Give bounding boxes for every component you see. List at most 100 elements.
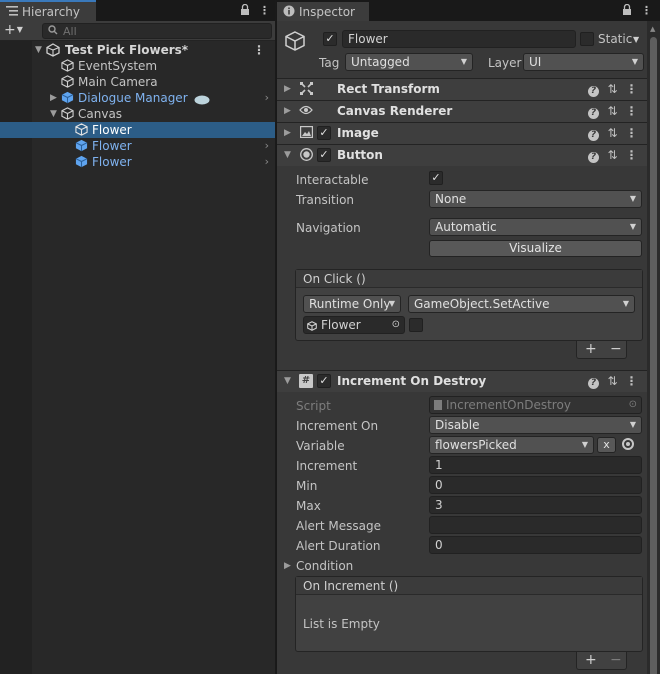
fold-arrow-icon[interactable]: ▶	[284, 128, 291, 138]
chevron-down-icon: ▼	[629, 222, 636, 231]
tag-dropdown[interactable]: Untagged ▼	[345, 53, 473, 71]
visualize-button[interactable]: Visualize	[429, 240, 642, 257]
component-enabled-checkbox[interactable]: ✓	[317, 148, 331, 162]
alert-duration-field[interactable]: 0	[429, 536, 642, 554]
help-icon[interactable]: ?	[584, 374, 603, 389]
presets-icon[interactable]: ⇅	[603, 82, 622, 96]
active-checkbox[interactable]: ✓	[323, 32, 337, 46]
tab-hierarchy[interactable]: Hierarchy	[0, 0, 96, 21]
transition-label: Transition	[296, 193, 355, 207]
component-canvas-renderer[interactable]: ▶ Canvas Renderer ? ⇅ ⋮	[277, 100, 647, 122]
clear-variable-button[interactable]: x	[597, 437, 616, 453]
search-input[interactable]: All	[42, 23, 272, 39]
add-listener-button[interactable]: +	[585, 341, 597, 357]
presets-icon[interactable]: ⇅	[603, 104, 622, 118]
condition-fold-arrow-icon[interactable]: ▶	[284, 561, 291, 571]
scrollbar-thumb[interactable]	[650, 37, 657, 674]
chevron-down-icon[interactable]: ▼	[633, 35, 639, 44]
more-options-icon[interactable]: ⋮	[259, 4, 270, 17]
fold-arrow-icon[interactable]: ▶	[284, 84, 291, 94]
help-icon[interactable]: ?	[584, 104, 603, 119]
alert-message-field[interactable]	[429, 516, 642, 534]
on-increment-event-box: On Increment () List is Empty	[295, 576, 643, 652]
chevron-right-icon[interactable]: ›	[265, 138, 269, 154]
runtime-dropdown[interactable]: Runtime Only ▼	[303, 295, 401, 313]
hierarchy-toolbar: +▼ All	[0, 21, 275, 41]
increment-on-dropdown[interactable]: Disable ▼	[429, 416, 642, 434]
component-title: Button	[337, 148, 383, 162]
lock-icon[interactable]	[622, 3, 632, 19]
target-object-field[interactable]: Flower ⊙	[303, 316, 405, 334]
component-enabled-checkbox[interactable]: ✓	[317, 126, 331, 140]
hierarchy-item-dialogue-manager[interactable]: ▶ Dialogue Manager ›	[0, 90, 275, 106]
scene-more-icon[interactable]: ⋮	[253, 42, 265, 58]
component-menu-icon[interactable]: ⋮	[622, 148, 641, 162]
component-menu-icon[interactable]: ⋮	[622, 104, 641, 118]
help-icon[interactable]: ?	[584, 126, 603, 141]
chevron-right-icon[interactable]: ›	[265, 90, 269, 106]
remove-listener-button[interactable]: −	[610, 652, 622, 668]
script-file-icon	[434, 400, 442, 410]
hierarchy-item-main-camera[interactable]: Main Camera	[0, 74, 275, 90]
min-field[interactable]: 0	[429, 476, 642, 494]
variable-picker-icon[interactable]	[622, 438, 634, 450]
transition-dropdown[interactable]: None ▼	[429, 190, 642, 208]
component-menu-icon[interactable]: ⋮	[622, 82, 641, 96]
remove-listener-button[interactable]: −	[610, 341, 622, 357]
max-field[interactable]: 3	[429, 496, 642, 514]
scroll-up-icon[interactable]: ▲	[650, 25, 655, 33]
expand-arrow-icon[interactable]: ▼	[35, 42, 42, 58]
lock-icon[interactable]	[240, 3, 250, 19]
inspector-scrollbar[interactable]: ▲	[647, 21, 660, 674]
component-menu-icon[interactable]: ⋮	[622, 374, 641, 388]
variable-dropdown[interactable]: flowersPicked ▼	[429, 436, 594, 454]
component-rect-transform[interactable]: ▶ Rect Transform ? ⇅ ⋮	[277, 78, 647, 100]
hierarchy-tabbar: Hierarchy ⋮	[0, 0, 275, 21]
chevron-down-icon: ▼	[16, 25, 23, 34]
onclick-event-box: On Click () Runtime Only ▼ GameObject.Se…	[295, 269, 643, 341]
tab-inspector[interactable]: Inspector	[277, 2, 369, 21]
function-dropdown[interactable]: GameObject.SetActive ▼	[408, 295, 635, 313]
object-picker-icon[interactable]: ⊙	[392, 319, 400, 330]
presets-icon[interactable]: ⇅	[603, 126, 622, 140]
fold-arrow-icon[interactable]: ▼	[284, 150, 291, 160]
fold-arrow-icon[interactable]: ▶	[284, 106, 291, 116]
expand-arrow-icon[interactable]: ▼	[50, 106, 57, 122]
hierarchy-item-flower-prefab[interactable]: Flower ›	[0, 138, 275, 154]
scene-row[interactable]: ▼ Test Pick Flowers* ⋮	[0, 42, 275, 58]
eye-icon	[299, 104, 313, 118]
component-menu-icon[interactable]: ⋮	[622, 126, 641, 140]
component-enabled-checkbox[interactable]: ✓	[317, 374, 331, 388]
hierarchy-item-flower-prefab[interactable]: Flower ›	[0, 154, 275, 170]
more-options-icon[interactable]: ⋮	[641, 4, 652, 17]
setactive-checkbox[interactable]	[409, 318, 423, 332]
layer-label: Layer	[488, 56, 522, 70]
chevron-right-icon[interactable]: ›	[265, 154, 269, 170]
component-button[interactable]: ▼ ✓ Button ? ⇅ ⋮	[277, 144, 647, 166]
tab-hierarchy-label: Hierarchy	[22, 5, 81, 19]
tab-inspector-label: Inspector	[299, 5, 355, 19]
presets-icon[interactable]: ⇅	[603, 374, 622, 388]
component-header-buttons: ? ⇅ ⋮	[584, 126, 641, 141]
object-name-field[interactable]: Flower	[342, 30, 576, 48]
script-value: IncrementOnDestroy	[446, 398, 571, 412]
presets-icon[interactable]: ⇅	[603, 148, 622, 162]
condition-label[interactable]: Condition	[296, 559, 353, 573]
hierarchy-item-flower-selected[interactable]: Flower	[0, 122, 275, 138]
add-object-button[interactable]: +▼	[4, 22, 23, 38]
static-checkbox[interactable]	[580, 32, 594, 46]
increment-field[interactable]: 1	[429, 456, 642, 474]
help-icon[interactable]: ?	[584, 82, 603, 97]
interactable-checkbox[interactable]: ✓	[429, 171, 443, 185]
layer-dropdown[interactable]: UI ▼	[523, 53, 644, 71]
collapsed-arrow-icon[interactable]: ▶	[50, 90, 57, 106]
navigation-dropdown[interactable]: Automatic ▼	[429, 218, 642, 236]
component-image[interactable]: ▶ ✓ Image ? ⇅ ⋮	[277, 122, 647, 144]
component-increment-on-destroy[interactable]: ▼ # ✓ Increment On Destroy ? ⇅ ⋮	[277, 370, 647, 392]
hierarchy-item-eventsystem[interactable]: EventSystem	[0, 58, 275, 74]
add-listener-button[interactable]: +	[585, 652, 597, 668]
fold-arrow-icon[interactable]: ▼	[284, 376, 291, 386]
static-label[interactable]: Static	[598, 32, 632, 46]
help-icon[interactable]: ?	[584, 148, 603, 163]
hierarchy-item-canvas[interactable]: ▼ Canvas	[0, 106, 275, 122]
